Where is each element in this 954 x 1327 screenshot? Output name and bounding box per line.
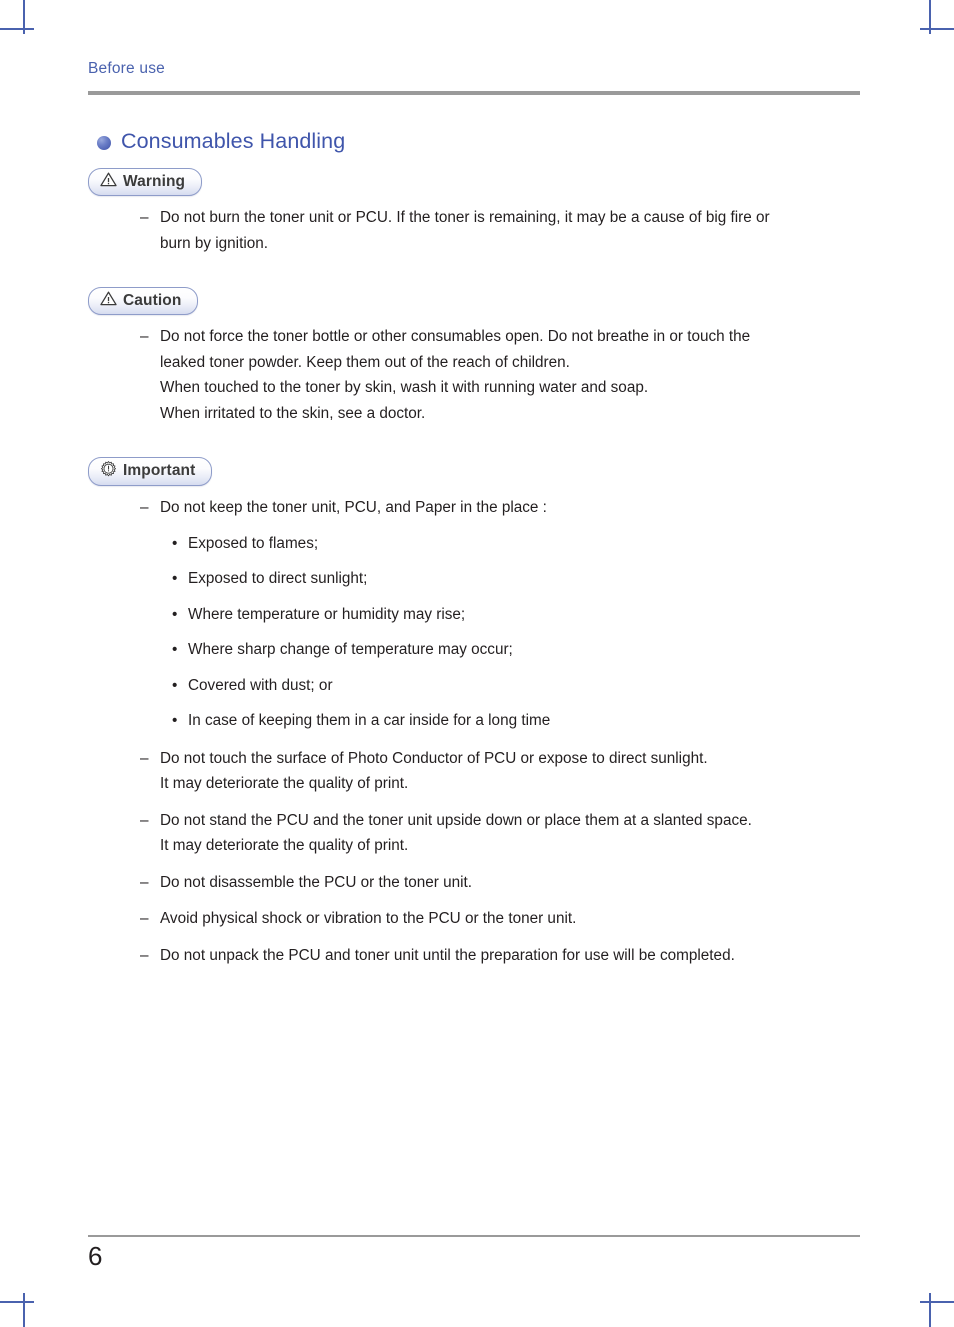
running-header-title: Before use: [88, 60, 165, 77]
sub-bullet-list: • Exposed to flames; • Exposed to direct…: [88, 531, 868, 734]
list-item-line: It may deteriorate the quality of print.: [160, 775, 409, 792]
list-item: – Do not stand the PCU and the toner uni…: [88, 808, 868, 859]
list-item-label: Where temperature or humidity may rise;: [188, 605, 466, 623]
list-item: • Exposed to direct sunlight;: [88, 566, 868, 592]
list-item: • Where temperature or humidity may rise…: [88, 602, 868, 628]
list-item-line: When touched to the toner by skin, wash …: [160, 379, 649, 396]
dash-marker: –: [140, 873, 149, 891]
dash-marker: –: [140, 209, 149, 226]
warning-triangle-icon: [100, 291, 117, 310]
bullet-marker: •: [172, 570, 178, 587]
list-item-line: Avoid physical shock or vibration to the…: [160, 910, 577, 927]
caution-badge-label: Caution: [123, 291, 182, 309]
caution-badge: Caution: [88, 287, 199, 315]
list-item-line: Do not burn the toner unit or PCU. If th…: [160, 209, 770, 226]
warning-block: Warning – Do not burn the toner unit or …: [88, 168, 868, 256]
list-item-label: Covered with dust; or: [188, 676, 333, 694]
important-badge-label: Important: [123, 462, 196, 480]
bullet-marker: •: [172, 605, 178, 623]
caution-badge-row: Caution: [88, 287, 868, 315]
page-title: Consumables Handling: [97, 129, 345, 154]
list-item: • Exposed to flames;: [88, 531, 868, 557]
list-item: • Covered with dust; or: [88, 673, 868, 699]
list-item-line: When irritated to the skin, see a doctor…: [160, 404, 426, 422]
list-item: • In case of keeping them in a car insid…: [88, 708, 868, 734]
caution-block: Caution – Do not force the toner bottle …: [88, 287, 868, 426]
header-divider: [88, 91, 860, 95]
important-starburst-icon: [100, 461, 117, 481]
list-item-label: Exposed to flames;: [188, 534, 319, 552]
bullet-marker: •: [172, 676, 178, 694]
list-item-line: Do not force the toner bottle or other c…: [160, 328, 751, 345]
main-content: Warning – Do not burn the toner unit or …: [88, 168, 868, 968]
filled-circle-icon: [97, 135, 111, 150]
list-item: – Do not disassemble the PCU or the tone…: [88, 870, 868, 896]
list-item-line: It may deteriorate the quality of print.: [160, 837, 409, 854]
bullet-marker: •: [172, 641, 178, 658]
list-item-label: Where sharp change of temperature may oc…: [188, 641, 513, 658]
list-item-line: leaked toner powder. Keep them out of th…: [160, 353, 570, 371]
important-badge-row: Important: [88, 457, 868, 486]
important-block: Important – Do not keep the toner unit, …: [88, 457, 868, 968]
list-item-line: Do not stand the PCU and the toner unit …: [160, 811, 752, 829]
warning-badge: Warning: [88, 168, 203, 196]
list-item-label: Exposed to direct sunlight;: [188, 570, 368, 587]
important-badge: Important: [88, 457, 213, 486]
page-title-label: Consumables Handling: [121, 129, 346, 153]
list-item: – Do not burn the toner unit or PCU. If …: [88, 205, 868, 256]
dash-marker: –: [140, 499, 149, 516]
list-item: – Do not force the toner bottle or other…: [88, 324, 868, 426]
page-number: 6: [88, 1241, 103, 1271]
list-item: – Avoid physical shock or vibration to t…: [88, 906, 868, 932]
warning-triangle-icon: [100, 172, 117, 191]
list-item-line: Do not keep the toner unit, PCU, and Pap…: [160, 499, 547, 516]
list-item-line: Do not touch the surface of Photo Conduc…: [160, 749, 708, 767]
dash-marker: –: [140, 946, 149, 964]
list-item: – Do not unpack the PCU and toner unit u…: [88, 943, 868, 969]
bullet-marker: •: [172, 712, 178, 729]
list-item-line: Do not unpack the PCU and toner unit unt…: [160, 946, 735, 964]
bullet-marker: •: [172, 534, 178, 552]
warning-badge-label: Warning: [123, 172, 186, 190]
footer-divider: [88, 1235, 860, 1237]
dash-marker: –: [140, 749, 149, 767]
dash-marker: –: [140, 910, 149, 927]
dash-marker: –: [140, 328, 149, 345]
list-item-label: In case of keeping them in a car inside …: [188, 712, 551, 729]
list-item: – Do not keep the toner unit, PCU, and P…: [88, 495, 868, 521]
list-item: • Where sharp change of temperature may …: [88, 637, 868, 663]
list-item-line: Do not disassemble the PCU or the toner …: [160, 873, 473, 891]
list-item-line: burn by ignition.: [160, 234, 268, 252]
running-header: Before use: [88, 60, 860, 79]
list-item: – Do not touch the surface of Photo Cond…: [88, 746, 868, 797]
document-page: Before use Consumables Handling Warning: [0, 0, 954, 1327]
dash-marker: –: [140, 811, 149, 829]
warning-badge-row: Warning: [88, 168, 868, 196]
